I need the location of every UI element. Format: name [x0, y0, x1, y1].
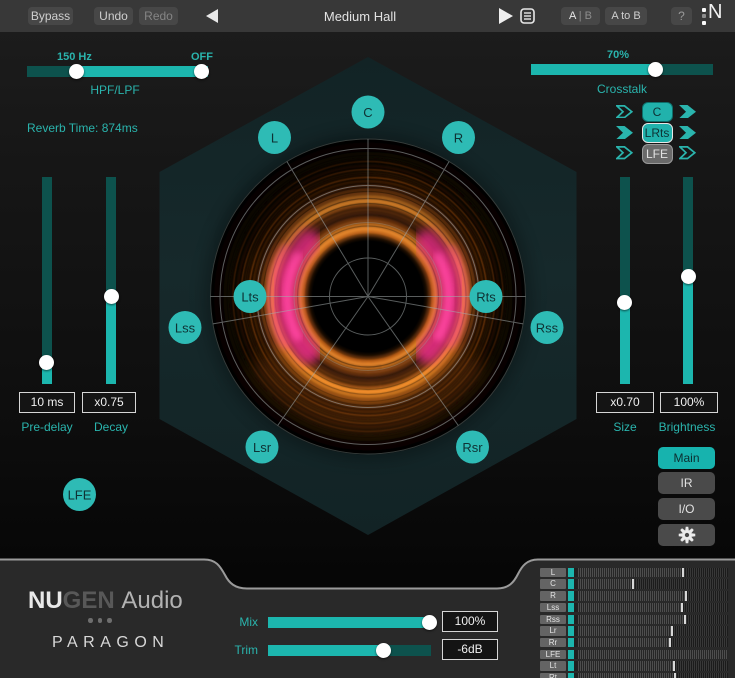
svg-text:R: R	[454, 131, 463, 146]
svg-text:Lss: Lss	[175, 321, 196, 336]
svg-text:C: C	[363, 105, 372, 120]
svg-text:Rss: Rss	[536, 321, 559, 336]
svg-text:Rsr: Rsr	[462, 440, 483, 455]
svg-text:Rts: Rts	[476, 290, 496, 305]
svg-text:Lsr: Lsr	[253, 440, 272, 455]
svg-text:L: L	[271, 131, 278, 146]
svg-text:LFE: LFE	[68, 488, 92, 503]
svg-text:Lts: Lts	[241, 290, 259, 305]
